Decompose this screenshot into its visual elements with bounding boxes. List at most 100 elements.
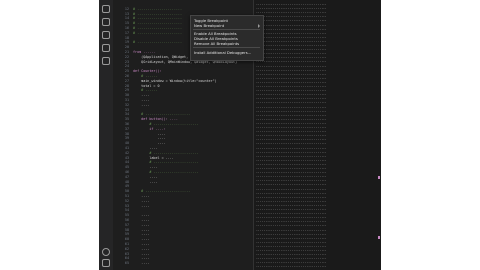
extensions-icon[interactable] bbox=[102, 57, 110, 65]
code-line[interactable]: from ...... bbox=[133, 50, 155, 54]
menu-separator bbox=[193, 47, 260, 48]
line-number: 32 bbox=[124, 102, 129, 107]
code-line[interactable]: def Counter(): bbox=[133, 69, 162, 73]
activity-bar bbox=[99, 0, 113, 270]
line-number: 13 bbox=[124, 11, 129, 16]
menu-item-remove-all-breakpoints[interactable]: Remove All Breakpoints bbox=[194, 41, 239, 46]
code-line[interactable]: # ...................... bbox=[133, 122, 198, 126]
line-number: 29 bbox=[124, 88, 129, 93]
line-number: 46 bbox=[124, 170, 129, 174]
line-number: 44 bbox=[124, 160, 129, 165]
line-number: 35 bbox=[124, 117, 129, 122]
code-line[interactable]: .... bbox=[133, 103, 149, 107]
code-line[interactable]: .... bbox=[133, 93, 149, 97]
line-number: 20 bbox=[124, 45, 129, 50]
line-number: 59 bbox=[124, 232, 129, 237]
code-line[interactable]: # ...................... bbox=[133, 16, 182, 20]
code-line[interactable]: .... bbox=[133, 252, 149, 256]
code-line[interactable]: .... bbox=[133, 256, 149, 260]
code-line[interactable]: .... bbox=[133, 232, 149, 236]
code-line[interactable]: main_window = Window(title="counter") bbox=[133, 79, 217, 83]
code-line[interactable]: .... bbox=[133, 194, 149, 198]
code-line[interactable]: .... bbox=[133, 132, 165, 136]
menu-separator bbox=[193, 29, 260, 30]
code-line[interactable]: # ...................... bbox=[133, 40, 182, 44]
code-line[interactable]: # ...................... bbox=[133, 112, 190, 116]
code-line[interactable]: if ....: bbox=[133, 127, 165, 131]
code-line[interactable]: .... bbox=[133, 98, 149, 102]
line-number: 18 bbox=[124, 35, 129, 40]
code-line[interactable]: .... bbox=[133, 261, 149, 265]
code-line[interactable]: # ...................... bbox=[133, 21, 182, 25]
code-line[interactable]: .... bbox=[133, 199, 149, 203]
code-line[interactable]: .... bbox=[133, 237, 149, 241]
line-number: 58 bbox=[124, 227, 129, 232]
line-number: 37 bbox=[124, 126, 129, 131]
code-line[interactable]: .... bbox=[133, 223, 149, 227]
line-number: 60 bbox=[124, 237, 129, 242]
code-line[interactable]: .... bbox=[133, 175, 157, 179]
code-line[interactable]: # ...................... bbox=[133, 151, 198, 155]
line-number: 52 bbox=[124, 198, 129, 203]
line-number: 34 bbox=[124, 112, 129, 117]
line-number: 21 bbox=[124, 50, 129, 54]
line-number: 27 bbox=[124, 78, 129, 83]
menu-item-new-breakpoint[interactable]: New Breakpoint bbox=[194, 23, 224, 28]
line-number: 39 bbox=[124, 136, 129, 141]
code-line[interactable]: # ...................... bbox=[133, 7, 182, 11]
scrollbar-marker bbox=[378, 176, 380, 179]
line-number: 64 bbox=[124, 256, 129, 261]
line-number: 62 bbox=[124, 246, 129, 251]
line-number: 19 bbox=[124, 40, 129, 45]
line-number: 14 bbox=[124, 16, 129, 21]
code-line[interactable]: # ...................... bbox=[133, 160, 198, 164]
line-number: 30 bbox=[124, 93, 129, 98]
code-line[interactable]: .... bbox=[133, 180, 157, 184]
line-number: 25 bbox=[124, 69, 129, 74]
line-number: 17 bbox=[124, 30, 129, 35]
line-number: 49 bbox=[124, 184, 129, 189]
line-number: 50 bbox=[124, 189, 129, 194]
source-control-icon[interactable] bbox=[102, 31, 110, 39]
code-line[interactable]: .... bbox=[133, 228, 149, 232]
code-line[interactable]: .... bbox=[133, 204, 149, 208]
code-line[interactable]: def button(): .... bbox=[133, 117, 178, 121]
line-number: 26 bbox=[124, 74, 129, 78]
code-line[interactable]: # ...................... bbox=[133, 170, 198, 174]
code-line[interactable]: # ...................... bbox=[133, 189, 190, 193]
code-line[interactable]: .... bbox=[133, 146, 157, 150]
code-line[interactable]: .... bbox=[133, 218, 149, 222]
settings-gear-icon[interactable] bbox=[102, 259, 110, 267]
line-number: 57 bbox=[124, 222, 129, 227]
code-line[interactable]: # ...... bbox=[133, 88, 157, 92]
code-line[interactable]: .... bbox=[133, 242, 149, 246]
line-number: 48 bbox=[124, 179, 129, 184]
code-line[interactable]: .... bbox=[133, 136, 165, 140]
line-number: 15 bbox=[124, 21, 129, 26]
line-number: 51 bbox=[124, 194, 129, 198]
code-line[interactable]: total = 0 bbox=[133, 84, 159, 88]
search-icon[interactable] bbox=[102, 18, 110, 26]
code-line[interactable]: label = .... bbox=[133, 156, 174, 160]
code-line[interactable]: # ...................... bbox=[133, 26, 182, 30]
code-line[interactable]: # ...... bbox=[133, 74, 157, 78]
code-line[interactable]: .... bbox=[133, 213, 149, 217]
line-number: 42 bbox=[124, 150, 129, 155]
terminal-panel[interactable]: ........................................… bbox=[253, 0, 381, 270]
code-line[interactable]: # ...................... bbox=[133, 31, 182, 35]
run-debug-icon[interactable] bbox=[102, 44, 110, 52]
line-number: 43 bbox=[124, 155, 129, 160]
line-number: 28 bbox=[124, 83, 129, 88]
line-number: 54 bbox=[124, 208, 129, 213]
menu-item-install-additional-debuggers[interactable]: Install Additional Debuggers... bbox=[194, 50, 251, 55]
breakpoint-context-menu: Toggle Breakpoint New Breakpoint Enable … bbox=[190, 15, 264, 61]
line-number: 41 bbox=[124, 146, 129, 150]
code-line[interactable]: .... bbox=[133, 141, 165, 145]
code-line[interactable]: .... bbox=[133, 247, 149, 251]
account-icon[interactable] bbox=[102, 248, 110, 256]
line-number: 61 bbox=[124, 242, 129, 246]
explorer-icon[interactable] bbox=[102, 5, 110, 13]
code-line[interactable]: .... bbox=[133, 165, 157, 169]
code-line[interactable]: # ...................... bbox=[133, 12, 182, 16]
submenu-arrow-icon bbox=[258, 24, 260, 28]
